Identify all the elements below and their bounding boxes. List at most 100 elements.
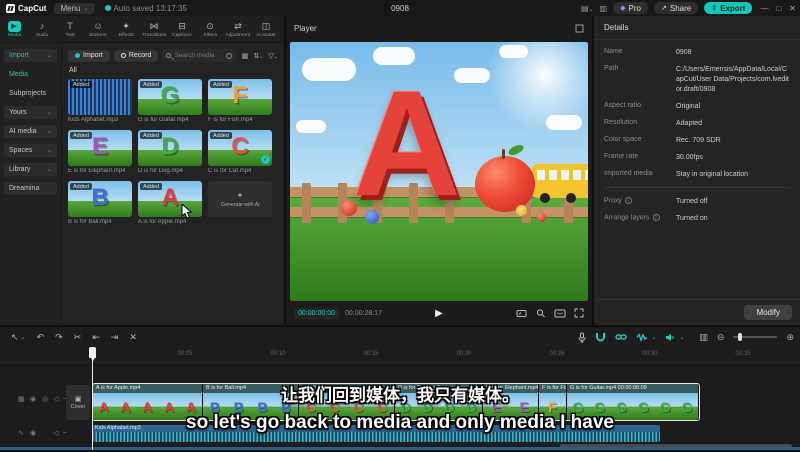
tab-filters[interactable]: ⊙ Filters	[196, 21, 224, 38]
timeline-clip-b[interactable]: B is for Ball.mp4 B B B B	[203, 384, 299, 420]
audio-collapse-icon[interactable]: –	[63, 429, 67, 436]
playhead-handle[interactable]	[89, 347, 96, 361]
voiceover-mic-icon[interactable]	[578, 332, 586, 343]
tab-adjustment[interactable]: ⇄ Adjustment	[224, 21, 252, 38]
menu-label: Menu	[60, 3, 81, 13]
redo-icon[interactable]: ↷	[55, 332, 63, 343]
visibility-icon[interactable]: ◎	[42, 395, 48, 403]
tab-stickers[interactable]: ☺ Stickers	[84, 21, 112, 38]
tab-transitions[interactable]: ⋈ Transitions	[140, 21, 168, 38]
media-item-kids-alphabet.mp3[interactable]: Added Kids Alphabet.mp3	[68, 79, 132, 123]
waveform-chevron-icon[interactable]: ⌄	[651, 334, 656, 341]
tab-ai-avatar[interactable]: ◫ AI avatar	[252, 21, 280, 38]
sidebar-item-yours[interactable]: Yours ⌄	[4, 106, 57, 119]
timeline-clip-a[interactable]: A is for Apple.mp4 A A A A A	[93, 384, 203, 420]
track-options-icon[interactable]: ▦	[18, 395, 25, 403]
sidebar-item-media[interactable]: Media	[4, 68, 57, 81]
media-item-c-is-for-cat.mp4[interactable]: C Added ✓ C is for Cat.mp4	[208, 130, 272, 174]
timeline-clip-d[interactable]: D is for Dog.mp4 D D D D	[395, 384, 483, 420]
trim-right-icon[interactable]: ⇥	[111, 332, 119, 343]
search-box[interactable]	[162, 49, 236, 62]
modify-button[interactable]: Modify	[744, 305, 792, 320]
undo-icon[interactable]: ↶	[37, 332, 45, 343]
sort-icon[interactable]: ⇅⌄	[253, 52, 263, 60]
tab-label: Filters	[203, 31, 217, 38]
sidebar-item-dreamina[interactable]: Dreamina	[4, 182, 57, 195]
link-clips-icon[interactable]	[615, 333, 628, 341]
sidebar-item-subprojects[interactable]: Subprojects	[4, 87, 57, 100]
filter-all-label[interactable]: All	[62, 64, 284, 75]
tab-audio[interactable]: ♪ Audio	[28, 21, 56, 38]
timeline-clip-f[interactable]: F is for Fish.mp4 F	[539, 384, 567, 420]
timeline-ruler[interactable]: 00:05 00:10 00:15 00:20 00:25 00:30 00:35	[0, 347, 800, 363]
lock-icon[interactable]: ◉	[30, 395, 36, 403]
workspace-layout-icon[interactable]: ▤⌄	[581, 4, 594, 13]
grid-view-icon[interactable]: ▦	[242, 52, 249, 60]
close-button[interactable]: ✕	[789, 4, 796, 13]
audio-monitor-icon[interactable]	[665, 333, 676, 342]
resolution-icon[interactable]	[554, 309, 566, 318]
mute-icon[interactable]: ◁	[53, 395, 58, 403]
timeline-clip-g[interactable]: G is for Guitar.mp4 00:00:06:09 G G G G G G	[567, 384, 699, 420]
audio-lock-icon[interactable]: ◉	[30, 429, 36, 437]
letter-a-3d: A	[352, 58, 461, 227]
timeline-clip-c[interactable]: C is for Cat.mp4 C C C C	[299, 384, 395, 420]
media-item-f-is-for-fish.mp4[interactable]: F Added F is for Fish.mp4	[208, 79, 272, 123]
magnetic-snap-icon[interactable]	[595, 332, 606, 342]
audio-clip[interactable]: Kids Alphabet.mp3	[92, 425, 660, 442]
sidebar-item-library[interactable]: Library ⌄	[4, 163, 57, 176]
minimize-button[interactable]: —	[760, 4, 768, 13]
tab-text[interactable]: T Text	[56, 21, 84, 38]
tab-media[interactable]: ▶ Media	[0, 20, 28, 38]
zoom-slider-handle[interactable]	[738, 333, 743, 341]
preview-axis-icon[interactable]: ▥	[699, 332, 708, 343]
sidebar-item-ai-media[interactable]: AI media ⌄	[4, 125, 57, 138]
zoom-in-icon[interactable]: ⊕	[786, 332, 794, 343]
capcut-window: CapCut Menu ⌄ Auto saved 13:17:35 0908 ▤…	[0, 0, 800, 450]
added-badge: Added	[140, 183, 162, 190]
record-button[interactable]: Record	[113, 49, 159, 62]
audio-monitor-chevron-icon[interactable]: ⌄	[679, 334, 684, 341]
media-item-a-is-for-apple.mp4[interactable]: A Added A is for Apple.mp4	[138, 181, 202, 225]
export-button[interactable]: ⇧ Export	[704, 2, 753, 14]
media-item-d-is-for-dog.mp4[interactable]: D Added D is for Dog.mp4	[138, 130, 202, 174]
video-preview[interactable]: A	[290, 42, 588, 301]
clip-letter: A	[98, 398, 109, 415]
show-waveform-icon[interactable]	[636, 332, 648, 342]
share-button[interactable]: ↗ Share	[654, 2, 699, 14]
aspect-ratio-icon[interactable]	[516, 309, 527, 318]
panel-toggle-icon[interactable]: ▥	[600, 4, 608, 13]
zoom-out-icon[interactable]: ⊖	[717, 332, 725, 343]
search-input[interactable]	[174, 52, 223, 59]
fullscreen-icon[interactable]	[574, 308, 584, 318]
sidebar-item-import[interactable]: Import ⌄	[4, 49, 57, 62]
import-button[interactable]: Import	[68, 49, 110, 62]
sidebar-item-spaces[interactable]: Spaces ⌄	[4, 144, 57, 157]
timeline-clip-e[interactable]: E is for Elephant.mp4 E E	[483, 384, 539, 420]
player-expand-icon[interactable]	[575, 24, 584, 33]
detail-value: Turned on	[676, 215, 708, 222]
pro-button[interactable]: ◆ Pro	[613, 2, 648, 14]
media-item-e-is-for-elephant.mp4[interactable]: E Added E is for Elephant.mp4	[68, 130, 132, 174]
cover-button[interactable]: ▣ Cover	[66, 385, 90, 420]
audio-track-icon[interactable]: ∿	[18, 429, 24, 437]
media-item-g-is-for-guitar.mp4[interactable]: G Added G is for Guitar.mp4	[138, 79, 202, 123]
play-button[interactable]: ▶	[435, 308, 443, 319]
generate-with-ai-card[interactable]: ✦ Generate with AI	[208, 181, 272, 217]
trim-left-icon[interactable]: ⇤	[92, 332, 100, 343]
chevron-down-icon: ⌄	[83, 5, 89, 12]
select-tool-chevron-icon[interactable]: ⌄	[21, 334, 26, 341]
maximize-button[interactable]: □	[776, 4, 781, 13]
split-icon[interactable]: ✂	[74, 332, 82, 343]
tab-effects[interactable]: ✦ Effects	[112, 21, 140, 38]
filter-icon[interactable]: ▽⌄	[268, 52, 278, 60]
menu-button[interactable]: Menu ⌄	[54, 2, 95, 14]
audio-mute-icon[interactable]: ◁	[53, 429, 58, 437]
timeline-zoom-slider[interactable]	[733, 333, 778, 341]
media-item-b-is-for-ball.mp4[interactable]: B Added B is for Ball.mp4	[68, 181, 132, 225]
delete-icon[interactable]: ✕	[129, 332, 137, 343]
tab-captions[interactable]: ⊟ Captions	[168, 21, 196, 38]
search-options-icon[interactable]	[225, 52, 232, 59]
select-tool-icon[interactable]: ↖	[11, 332, 19, 343]
preview-focus-icon[interactable]	[535, 308, 546, 318]
